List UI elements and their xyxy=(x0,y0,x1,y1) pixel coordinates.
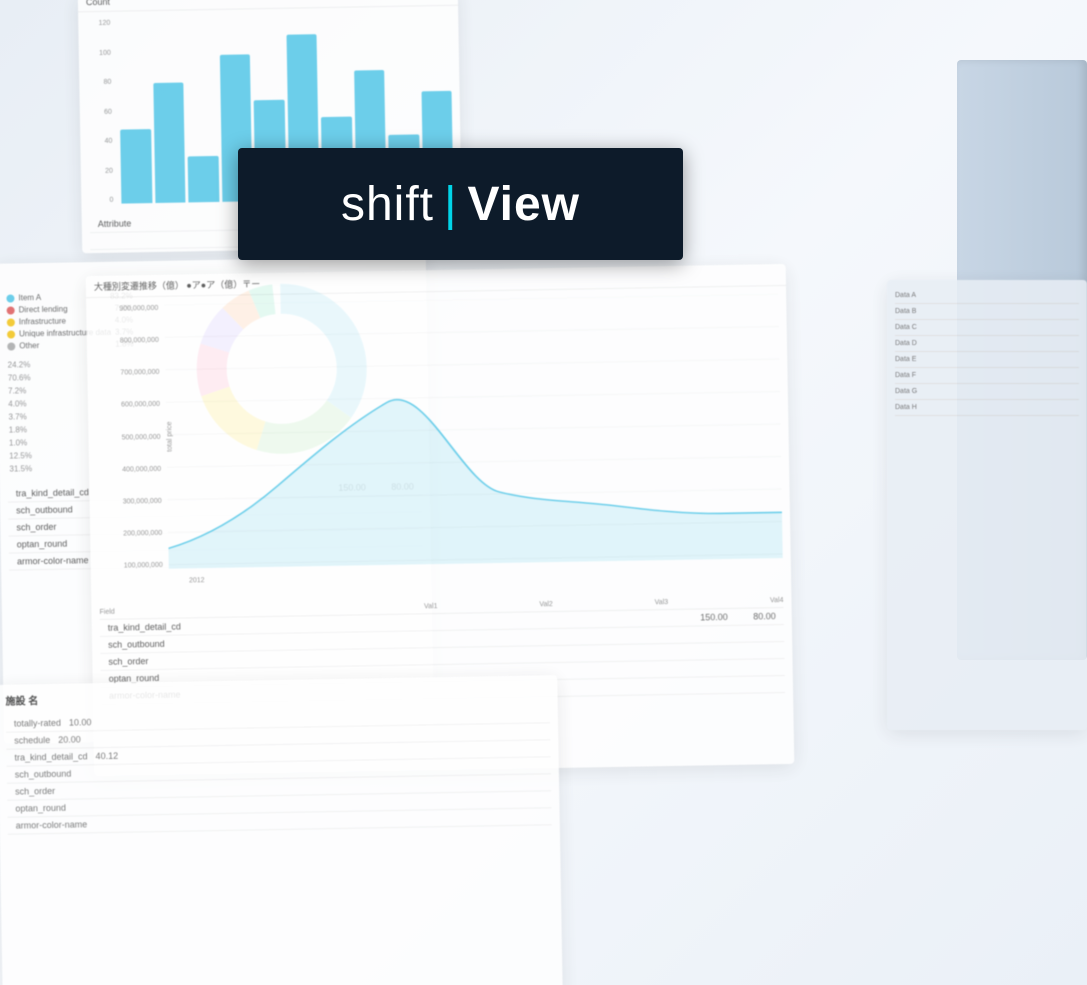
bar xyxy=(153,83,186,203)
y-label: 60 xyxy=(88,108,112,115)
panel-bottom-content: 施設 名 totally-rated 10.00 schedule 20.00 … xyxy=(0,675,560,843)
logo-shift: shift xyxy=(341,177,434,232)
panel-bottom: 施設 名 totally-rated 10.00 schedule 20.00 … xyxy=(0,675,563,985)
legend-label: Item A xyxy=(18,293,41,302)
stat: Data G xyxy=(895,384,1079,400)
line-chart-svg xyxy=(164,294,783,569)
logo-banner: shift | View xyxy=(238,148,683,260)
logo-view: View xyxy=(467,177,580,232)
y-label: 0 xyxy=(89,197,113,204)
stat: Data B xyxy=(895,304,1079,320)
y-label: 100,000,000 xyxy=(99,562,163,570)
logo-divider: | xyxy=(444,177,457,232)
y-label: 500,000,000 xyxy=(96,433,160,441)
y-label: 400,000,000 xyxy=(97,465,161,473)
y-label: 300,000,000 xyxy=(98,498,162,506)
x-axis-label: 2012 xyxy=(189,577,205,584)
y-label: 40 xyxy=(88,138,112,145)
logo-text: shift | View xyxy=(341,177,580,232)
bar xyxy=(120,129,152,203)
stat: Data D xyxy=(895,336,1079,352)
legend-dot xyxy=(7,330,15,338)
stat: Data E xyxy=(895,352,1079,368)
stat: Data A xyxy=(895,288,1079,304)
y-label: 80 xyxy=(87,79,111,86)
legend-dot xyxy=(7,318,15,326)
legend-label: Direct lending xyxy=(19,305,68,315)
y-label: 900,000,000 xyxy=(94,305,158,313)
stat: Data F xyxy=(895,368,1079,384)
y-label: 800,000,000 xyxy=(95,337,159,345)
y-label: 20 xyxy=(89,167,113,174)
legend-dot xyxy=(6,294,14,302)
y-label: 100 xyxy=(87,49,111,56)
y-label: 120 xyxy=(86,20,110,27)
legend-label: Other xyxy=(19,341,39,350)
bar xyxy=(188,156,219,203)
y-label: 200,000,000 xyxy=(98,530,162,538)
y-label: 600,000,000 xyxy=(96,401,160,409)
legend-dot xyxy=(7,306,15,314)
panel-right-mid: Data A Data B Data C Data D Data E Data … xyxy=(887,280,1087,730)
y-label: 700,000,000 xyxy=(95,369,159,377)
y-axis-title: total price xyxy=(166,421,174,451)
panel-bottom-title: 施設 名 xyxy=(5,683,549,707)
right-panel-content: Data A Data B Data C Data D Data E Data … xyxy=(887,280,1087,424)
stat: Data H xyxy=(895,400,1079,416)
line-chart: total price xyxy=(164,294,783,569)
legend-label: Infrastructure xyxy=(19,317,66,327)
stat: Data C xyxy=(895,320,1079,336)
legend-dot xyxy=(7,342,15,350)
